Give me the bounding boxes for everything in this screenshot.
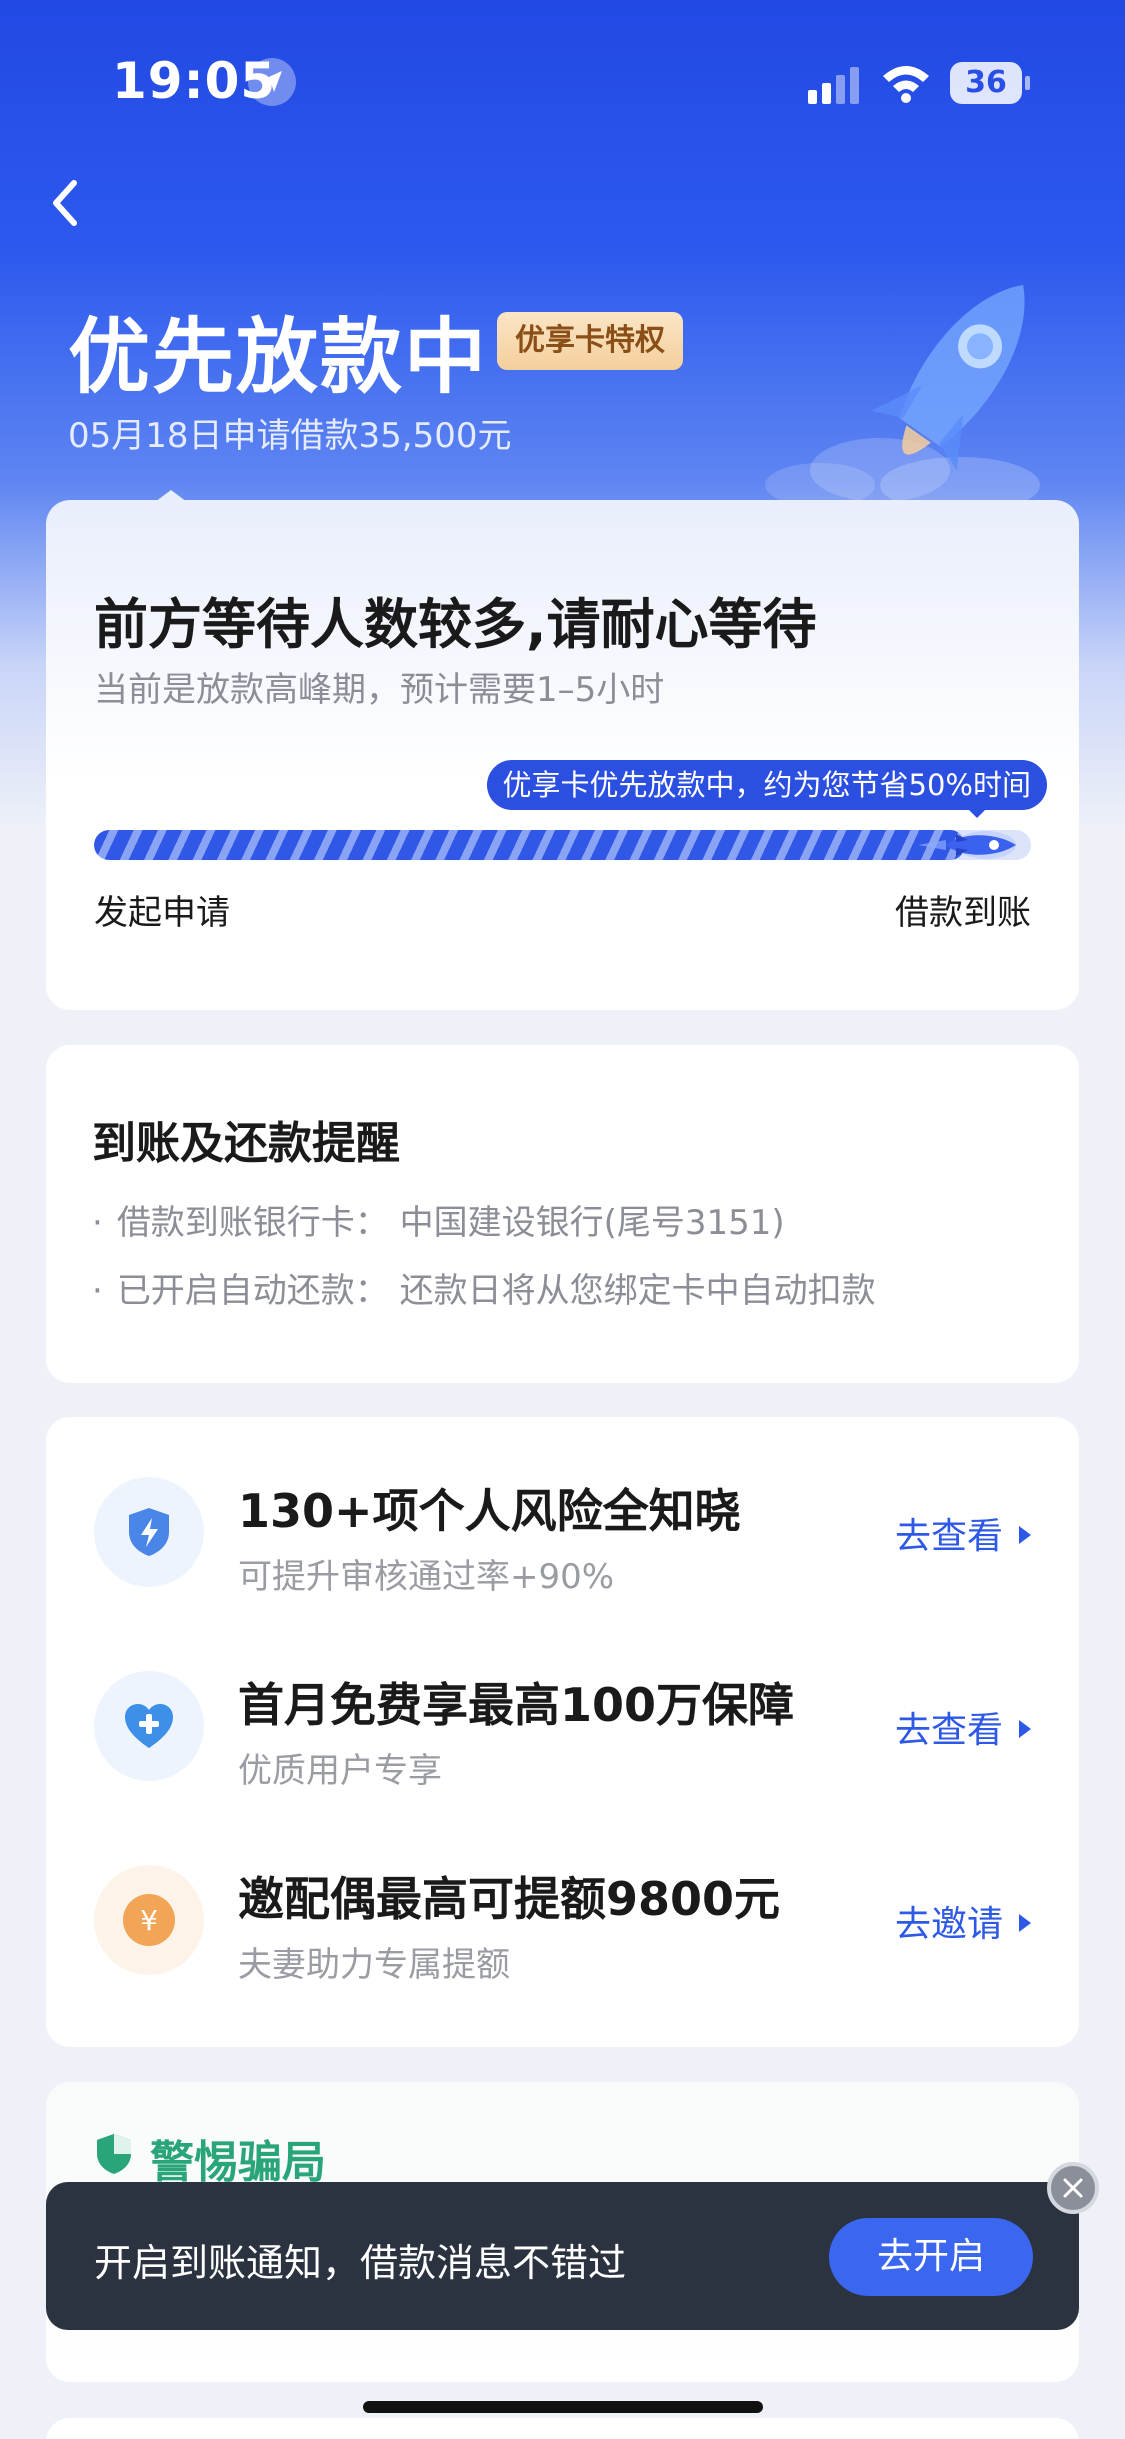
- battery-icon: 36: [950, 62, 1030, 104]
- offer-title: 邀配偶最高可提额9800元: [238, 1872, 781, 1926]
- notification-toast: 开启到账通知，借款消息不错过 去开启: [46, 2182, 1079, 2330]
- offer-row-risk-report[interactable]: 130+项个人风险全知晓 可提升审核通过率+90% 去查看: [46, 1457, 1079, 1607]
- offer-title: 130+项个人风险全知晓: [238, 1484, 741, 1538]
- view-risk-report-button[interactable]: 去查看: [895, 1507, 1031, 1559]
- caret-right-icon: [1019, 1526, 1031, 1544]
- toast-message: 开启到账通知，借款消息不错过: [94, 2241, 627, 2285]
- reminder-auto-repay: 已开启自动还款： 还款日将从您绑定卡中自动扣款: [92, 1263, 876, 1312]
- wifi-icon: [883, 66, 929, 103]
- location-arrow-icon: [248, 58, 296, 106]
- caret-right-icon: [1019, 1914, 1031, 1932]
- wait-title: 前方等待人数较多,请耐心等待: [94, 593, 817, 656]
- reminder-title: 到账及还款提醒: [92, 1118, 400, 1169]
- status-bar: 19:05 36: [0, 0, 1125, 150]
- offer-subtitle: 可提升审核通过率+90%: [238, 1557, 615, 1597]
- privilege-badge: 优享卡特权: [497, 312, 683, 370]
- fraud-title: 警惕骗局: [150, 2137, 326, 2188]
- close-icon[interactable]: [1047, 2162, 1099, 2214]
- view-insurance-button[interactable]: 去查看: [895, 1701, 1031, 1753]
- shield-bolt-icon: [94, 1477, 204, 1587]
- progress-bar: [94, 830, 1031, 860]
- battery-level: 36: [950, 62, 1022, 104]
- repayment-reminder-card: 到账及还款提醒 借款到账银行卡： 中国建设银行(尾号3151) 已开启自动还款：…: [46, 1045, 1079, 1383]
- wait-subtitle: 当前是放款高峰期，预计需要1–5小时: [94, 670, 665, 710]
- rocket-illustration: [765, 284, 1040, 505]
- reminder-bank-card: 借款到账银行卡： 中国建设银行(尾号3151): [92, 1195, 785, 1244]
- home-indicator: [363, 2401, 763, 2413]
- application-subtitle: 05月18日申请借款35,500元: [68, 416, 512, 456]
- next-card: [46, 2418, 1079, 2439]
- offers-card: 130+项个人风险全知晓 可提升审核通过率+90% 去查看 首月免费享最高100…: [46, 1417, 1079, 2047]
- heart-plus-icon: [94, 1671, 204, 1781]
- priority-tip-bubble: 优享卡优先放款中，约为您节省50%时间: [486, 760, 1047, 810]
- page-title: 优先放款中: [68, 310, 489, 405]
- offer-row-insurance[interactable]: 首月免费享最高100万保障 优质用户专享 去查看: [46, 1651, 1079, 1801]
- caret-right-icon: [1019, 1720, 1031, 1738]
- invite-spouse-button[interactable]: 去邀请: [895, 1895, 1031, 1947]
- back-chevron-icon[interactable]: [44, 175, 88, 231]
- offer-title: 首月免费享最高100万保障: [238, 1678, 795, 1732]
- loan-progress-card: 前方等待人数较多,请耐心等待 当前是放款高峰期，预计需要1–5小时 优享卡优先放…: [46, 500, 1079, 1010]
- shield-icon: [97, 2134, 131, 2174]
- offer-row-invite-spouse[interactable]: ¥ 邀配偶最高可提额9800元 夫妻助力专属提额 去邀请: [46, 1845, 1079, 1995]
- offer-subtitle: 夫妻助力专属提额: [238, 1945, 510, 1985]
- cellular-signal-icon: [808, 67, 859, 104]
- offer-subtitle: 优质用户专享: [238, 1751, 442, 1791]
- svg-text:¥: ¥: [140, 1904, 158, 1937]
- progress-bar-fill: [94, 830, 966, 860]
- step-start-label: 发起申请: [94, 893, 230, 933]
- progress-rocket-icon: [918, 831, 1016, 859]
- enable-notification-button[interactable]: 去开启: [829, 2218, 1033, 2296]
- yen-coin-icon: ¥: [94, 1865, 204, 1975]
- step-end-label: 借款到账: [895, 893, 1031, 933]
